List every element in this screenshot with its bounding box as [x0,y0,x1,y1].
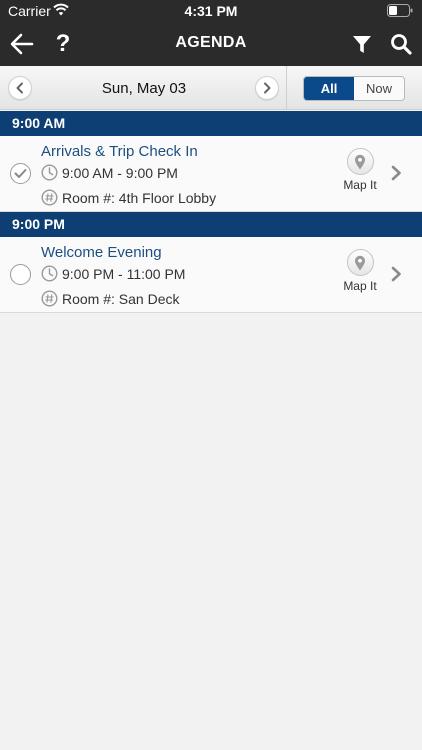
filter-button[interactable] [346,28,378,60]
date-navigator: Sun, May 03 [0,66,287,110]
date-bar: Sun, May 03 All Now [0,66,422,110]
chevron-right-icon [391,165,401,181]
next-day-button[interactable] [255,76,279,100]
event-row[interactable]: Welcome Evening 9:00 PM - 11:00 PM Room … [0,237,422,313]
event-time: 9:00 PM - 11:00 PM [41,265,185,282]
event-room: Room #: 4th Floor Lobby [41,189,216,206]
status-time: 4:31 PM [184,3,238,19]
map-it-label: Map It [343,178,377,192]
checkmark-icon [14,169,27,178]
event-row[interactable]: Arrivals & Trip Check In 9:00 AM - 9:00 … [0,136,422,212]
help-button[interactable]: ? [47,28,79,60]
status-bar: Carrier 4:31 PM [0,0,422,22]
clock-icon [41,265,58,282]
previous-day-button[interactable] [8,76,32,100]
attendance-checkbox[interactable] [10,264,31,285]
event-room: Room #: San Deck [41,290,180,307]
back-button[interactable] [6,28,38,60]
map-pin-button-circle [346,249,374,276]
hash-icon [41,290,58,307]
event-title: Welcome Evening [41,244,162,261]
hash-icon [41,189,58,206]
filter-icon [353,36,371,53]
event-room-label: Room #: San Deck [62,290,180,307]
map-pin-button-circle [346,148,374,175]
map-it-button[interactable]: Map It [336,249,384,293]
battery-icon [387,4,413,17]
event-room-label: Room #: 4th Floor Lobby [62,189,217,206]
segment-all[interactable]: All [304,77,354,100]
event-time-range: 9:00 AM - 9:00 PM [62,164,178,181]
attendance-checkbox[interactable] [10,163,31,184]
chevron-right-icon [264,82,271,94]
time-section-header: 9:00 PM [0,212,422,237]
search-button[interactable] [385,28,417,60]
event-title: Arrivals & Trip Check In [41,143,198,160]
map-it-button[interactable]: Map It [336,148,384,192]
arrow-left-icon [10,33,34,55]
agenda-list: 9:00 AM Arrivals & Trip Check In 9:00 AM… [0,111,422,313]
event-time: 9:00 AM - 9:00 PM [41,164,178,181]
chevron-right-icon [391,266,401,282]
event-time-range: 9:00 PM - 11:00 PM [62,265,186,282]
nav-bar: ? AGENDA [0,22,422,66]
clock-icon [41,164,58,181]
question-mark-icon: ? [55,30,71,57]
chevron-left-icon [16,82,23,94]
map-it-label: Map It [343,279,377,293]
time-section-header: 9:00 AM [0,111,422,136]
current-date: Sun, May 03 [101,80,187,97]
segment-now[interactable]: Now [354,77,404,100]
map-pin-icon [355,154,365,169]
map-pin-icon [355,255,365,270]
view-segmented-control: All Now [303,76,405,101]
search-icon [391,34,412,55]
